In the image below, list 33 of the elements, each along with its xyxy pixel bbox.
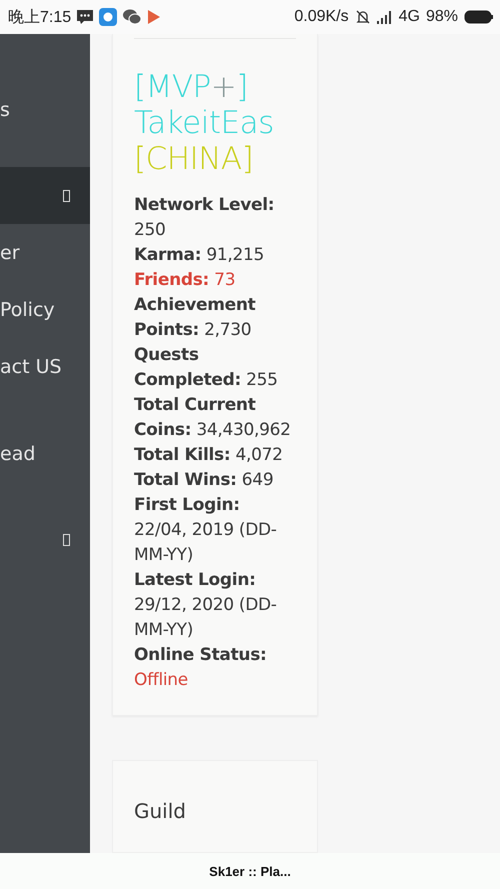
guild-title: Guild — [134, 799, 187, 823]
battery-text: 98% — [426, 8, 458, 26]
stat-text: Latest Login: 29/12, 2020 (DD-MM-YY) — [134, 569, 278, 642]
stat-text: Network Level: 250 — [134, 194, 276, 242]
sidebar-item[interactable]: ead — [0, 425, 90, 482]
missing-glyph-icon — [63, 190, 70, 202]
sidebar-item[interactable] — [0, 167, 90, 224]
stat-text: Total Wins: 649 — [134, 469, 274, 492]
sidebar-item[interactable]: er — [0, 224, 90, 281]
stat-text: First Login: 22/04, 2019 (DD-MM-YY) — [134, 494, 278, 567]
online-status-text: Online Status: Offline — [134, 644, 268, 692]
player-name: [MVP+] TakeitEas [CHINA] — [134, 69, 275, 177]
chat-bubbles-icon — [123, 9, 142, 25]
clock-text: 晚上7:15 — [8, 8, 72, 28]
app-icon — [99, 8, 118, 26]
page-title: Sk1er :: Pla... — [209, 864, 291, 878]
battery-icon — [464, 10, 494, 24]
sidebar-item[interactable]: s — [0, 81, 90, 138]
sidebar-item[interactable]: act US — [0, 338, 90, 395]
missing-glyph-icon — [63, 534, 70, 546]
stat-text: Quests Completed: 255 — [134, 344, 279, 392]
network-speed-text: 0.09K/s — [294, 8, 349, 26]
network-type-text: 4G — [398, 8, 420, 26]
muted-bell-icon — [354, 9, 371, 25]
play-icon — [147, 9, 162, 25]
stat-text: Total Kills: 4,072 — [134, 444, 284, 467]
sidebar-item[interactable]: Policy — [0, 281, 90, 338]
stat-text: Total Current Coins: 34,430,962 — [134, 394, 292, 442]
stat-text: Achievement Points: 2,730 — [134, 294, 256, 342]
stat-text: Friends: 73 — [134, 269, 236, 292]
stat-text: Karma: 91,215 — [134, 244, 266, 267]
signal-icon — [376, 10, 393, 24]
chat-icon — [77, 10, 94, 24]
